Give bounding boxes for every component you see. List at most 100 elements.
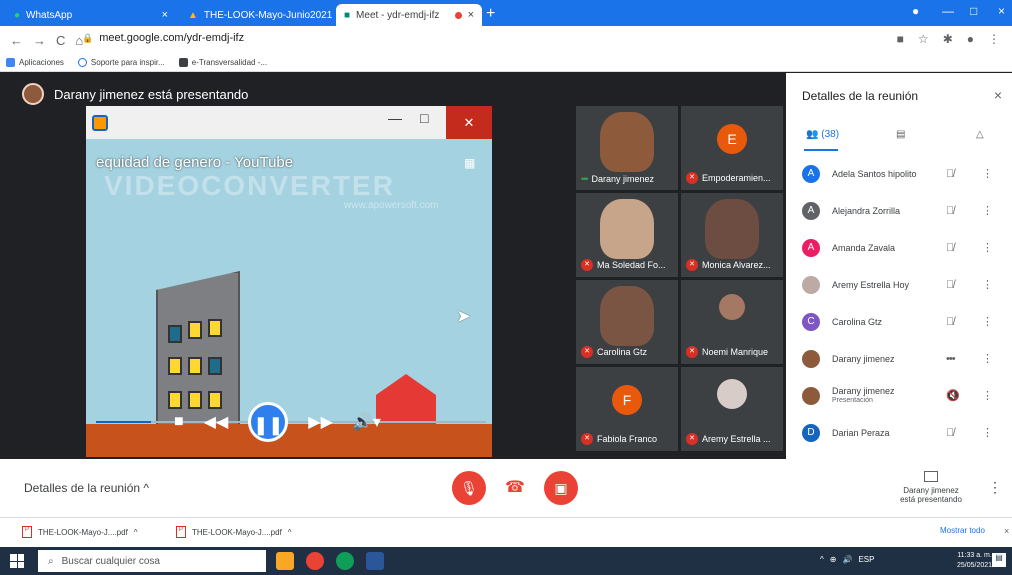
show-all-downloads-link[interactable]: Mostrar todo [940,526,985,535]
fast-forward-icon[interactable]: ▶▶ [308,412,333,432]
chevron-up-icon[interactable]: ^ [820,555,824,564]
player-close-icon[interactable]: ✕ [446,106,492,139]
reload-icon[interactable]: C [56,33,65,48]
more-options-icon[interactable]: ⋮ [982,315,993,328]
list-item[interactable]: D Darian Peraza 🎙̸ ⋮ [786,414,1012,451]
tab-chat[interactable]: ▤ [896,129,905,140]
participant-tile[interactable]: ✕ Aremy Estrella ... [681,367,783,451]
panel-close-icon[interactable]: × [994,87,1002,103]
windows-start-icon[interactable] [10,554,24,568]
extensions-icon[interactable]: ✱ [943,32,953,46]
player-fullscreen-icon[interactable]: ▦ [464,156,475,170]
presenting-indicator[interactable]: Darany jimenez está presentando [890,471,972,504]
chevron-up-icon[interactable]: ^ [288,528,292,537]
tab-close-icon[interactable]: × [468,9,474,21]
list-item[interactable]: Darany jimenez Presentación 🔇 ⋮ [786,377,1012,414]
participant-tile[interactable]: F ✕ Fabiola Franco [576,367,678,451]
rewind-icon[interactable]: ◀◀ [204,412,229,432]
participant-tile[interactable]: ✕ Noemi Manrique [681,280,783,364]
list-item[interactable]: A Alejandra Zorrilla 🎙̸ ⋮ [786,192,1012,229]
search-icon: ⌕ [48,555,54,567]
taskbar-clock[interactable]: 11:33 a. m. 25/05/2021 [957,551,992,571]
more-options-icon[interactable]: ⋮ [982,278,993,291]
more-options-icon[interactable]: ⋮ [982,167,993,180]
chevron-up-icon[interactable]: ^ [134,528,138,537]
volume-icon[interactable]: 🔊 [842,555,852,564]
back-icon[interactable]: ← [10,33,23,48]
star-icon[interactable]: ☆ [918,32,929,46]
participant-tile[interactable]: ••• Darany jimenez [576,106,678,190]
file-explorer-icon[interactable] [276,552,294,570]
camera-toggle-button[interactable]: ▣ [544,471,578,505]
tab-whatsapp[interactable]: ● WhatsApp × [6,4,176,26]
pause-button[interactable]: ❚❚ [248,402,289,442]
list-item[interactable]: A Amanda Zavala 🎙̸ ⋮ [786,229,1012,266]
leave-call-button[interactable]: ☎ [498,471,532,505]
video-title: equidad de genero - YouTube [96,154,294,171]
list-item[interactable]: Darany jimenez ••• ⋮ [786,340,1012,377]
pdf-icon: P [176,526,186,538]
taskbar-search-input[interactable]: ⌕ Buscar cualquier cosa [38,550,266,572]
participant-name: Alejandra Zorrilla [832,206,944,216]
participant-tile[interactable]: ✕ Monica Alvarez... [681,193,783,277]
stop-icon[interactable]: ■ [174,413,184,431]
address-bar[interactable]: 🔒 meet.google.com/ydr-emdj-ifz [82,32,244,44]
more-options-icon[interactable]: ⋮ [988,479,1002,496]
participant-tile[interactable]: E ✕ Empoderamien... [681,106,783,190]
participant-tile[interactable]: ✕ Carolina Gtz [576,280,678,364]
participant-photo [719,294,745,320]
download-item[interactable]: P THE-LOOK-Mayo-J....pdf ^ [176,526,292,538]
more-options-icon[interactable]: ⋮ [982,352,993,365]
mic-toggle-button[interactable]: 🎙 [452,471,486,505]
tile-name: Darany jimenez [591,174,654,184]
bookmark-soporte[interactable]: Soporte para inspir... [77,58,165,67]
building-window [188,357,202,375]
more-options-icon[interactable]: ⋮ [982,241,993,254]
shared-video-player[interactable]: — □ ✕ equidad de genero - YouTube VIDEOC… [86,106,492,457]
word-icon[interactable] [366,552,384,570]
profile-avatar-icon[interactable]: ● [967,32,974,46]
participant-tile[interactable]: ✕ Ma Soledad Fo... [576,193,678,277]
tile-label: ✕ Empoderamien... [686,172,771,184]
network-icon[interactable]: ⊕ [830,555,837,564]
download-item[interactable]: P THE-LOOK-Mayo-J....pdf ^ [22,526,138,538]
bookmark-apps[interactable]: Aplicaciones [6,58,64,67]
bookmark-label: Soporte para inspir... [90,58,165,67]
chrome-icon[interactable] [306,552,324,570]
meeting-details-button[interactable]: Detalles de la reunión ^ [24,481,149,495]
list-item[interactable]: A Adela Santos hipolito 🎙̸ ⋮ [786,155,1012,192]
more-options-icon[interactable]: ⋮ [982,426,993,439]
minimize-icon[interactable]: — [942,4,954,18]
tab-activities[interactable]: △ [976,129,984,140]
participant-subtitle: Presentación [832,396,873,404]
tab-people[interactable]: 👥 (38) [806,129,839,140]
participant-name: Adela Santos hipolito [832,169,944,179]
player-minimize-icon[interactable]: — [388,110,402,126]
more-options-icon[interactable]: ⋮ [982,389,993,402]
forward-icon[interactable]: → [33,33,46,48]
tile-name: Ma Soledad Fo... [597,260,666,270]
avatar: C [802,312,820,331]
participant-video [600,286,654,346]
player-maximize-icon[interactable]: □ [420,110,428,126]
bookmark-transversalidad[interactable]: e-Transversalidad -... [178,58,267,67]
tab-meet[interactable]: ■ Meet - ydr-emdj-ifz × [336,4,482,26]
menu-icon[interactable]: ⋮ [988,32,1000,46]
downloads-close-icon[interactable]: × [1004,526,1009,536]
profile-icon[interactable]: ● [912,4,919,18]
maximize-icon[interactable]: □ [970,4,977,18]
avatar: A [802,201,820,220]
edge-icon[interactable] [336,552,354,570]
camera-icon[interactable]: ■ [897,32,904,46]
meeting-details-panel: Detalles de la reunión × 👥 (38) ▤ △ A Ad… [786,73,1012,459]
more-options-icon[interactable]: ⋮ [982,204,993,217]
list-item[interactable]: Aremy Estrella Hoy 🎙̸ ⋮ [786,266,1012,303]
new-tab-button[interactable]: + [486,5,495,23]
list-item[interactable]: C Carolina Gtz 🎙̸ ⋮ [786,303,1012,340]
notifications-icon[interactable]: ▤ [992,553,1006,567]
window-close-icon[interactable]: × [998,4,1005,18]
tab-close-icon[interactable]: × [162,9,168,21]
language-indicator[interactable]: ESP [858,555,874,564]
volume-icon[interactable]: 🔊▾ [353,412,381,432]
tab-the-look[interactable]: ▲ THE-LOOK-Mayo-Junio2021-FIF × [180,4,332,26]
